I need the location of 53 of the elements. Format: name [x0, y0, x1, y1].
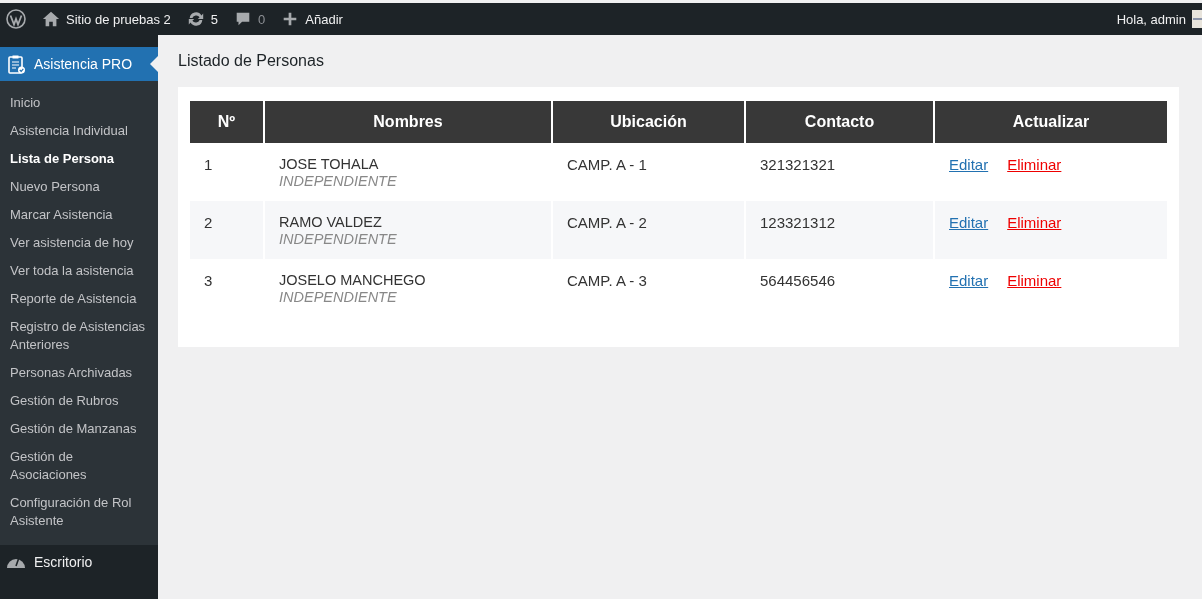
column-header: Ubicación	[553, 101, 744, 143]
column-header: Nº	[190, 101, 263, 143]
home-icon	[42, 10, 60, 28]
wordpress-logo-icon[interactable]	[6, 9, 26, 29]
person-category: INDEPENDIENTE	[279, 231, 398, 247]
edit-link[interactable]: Editar	[949, 156, 989, 173]
column-header: Nombres	[265, 101, 551, 143]
table-cell: 2	[190, 201, 263, 259]
sidebar-item[interactable]: Reporte de Asistencia	[0, 285, 158, 313]
person-name: JOSE TOHALA	[279, 156, 380, 173]
delete-link[interactable]: Eliminar	[1007, 156, 1062, 173]
comments-link[interactable]: 0	[234, 10, 266, 28]
pointer-icon	[150, 56, 158, 72]
sidebar-item[interactable]: Personas Archivadas	[0, 359, 158, 387]
sidebar-item[interactable]: Nuevo Persona	[0, 173, 158, 201]
person-category: INDEPENDIENTE	[279, 289, 398, 305]
sidebar-item[interactable]: Ver asistencia de hoy	[0, 229, 158, 257]
sidebar-item[interactable]: Lista de Persona	[0, 145, 158, 173]
table-cell-text: CAMP. A - 1	[566, 155, 648, 175]
page-title: Listado de Personas	[178, 52, 325, 70]
refresh-icon	[186, 10, 205, 28]
sidebar-menu-item[interactable]: Asistencia PRO	[0, 47, 158, 81]
sidebar-item[interactable]: Inicio	[0, 89, 158, 117]
table-cell: 123321312	[746, 201, 933, 259]
sidebar-menu-item[interactable]: Escritorio	[0, 545, 158, 579]
person-name: RAMO VALDEZ	[279, 214, 383, 231]
account-link[interactable]: Hola, admin	[1116, 11, 1186, 27]
site-name-link[interactable]: Sitio de pruebas 2	[42, 10, 171, 28]
sidebar-item[interactable]: Ver toda la asistencia	[0, 257, 158, 285]
table-cell-text: 1	[203, 155, 214, 175]
column-header: Contacto	[746, 101, 933, 143]
updates-link[interactable]: 5	[186, 10, 219, 28]
table-cell: CAMP. A - 2	[553, 201, 744, 259]
edit-link[interactable]: Editar	[949, 272, 989, 289]
sidebar-item[interactable]: Marcar Asistencia	[0, 201, 158, 229]
sidebar-item[interactable]: Gestión de Manzanas	[0, 415, 158, 443]
sidebar-item[interactable]: Asistencia Individual	[0, 117, 158, 145]
column-header: Actualizar	[935, 101, 1167, 143]
sidebar-item[interactable]: Registro de Asistencias Anteriores	[0, 313, 158, 359]
table-cell-text: 321321321	[759, 155, 837, 175]
sidebar-item[interactable]: Gestión de Asociaciones	[0, 443, 158, 489]
edit-link[interactable]: Editar	[949, 214, 989, 231]
person-category: INDEPENDIENTE	[279, 173, 398, 189]
table-cell-text: 564456546	[759, 271, 837, 291]
table-cell-text: CAMP. A - 3	[566, 271, 648, 291]
add-new-link[interactable]: Añadir	[281, 10, 343, 28]
delete-link[interactable]: Eliminar	[1007, 214, 1062, 231]
delete-link[interactable]: Eliminar	[1007, 272, 1062, 289]
table-cell-text: 3	[203, 271, 214, 291]
clipboard-icon	[6, 54, 26, 74]
sidebar-item[interactable]: Gestión de Rubros	[0, 387, 158, 415]
sidebar-item[interactable]: Configuración de Rol Asistente	[0, 489, 158, 535]
person-name: JOSELO MANCHEGO	[279, 272, 427, 289]
